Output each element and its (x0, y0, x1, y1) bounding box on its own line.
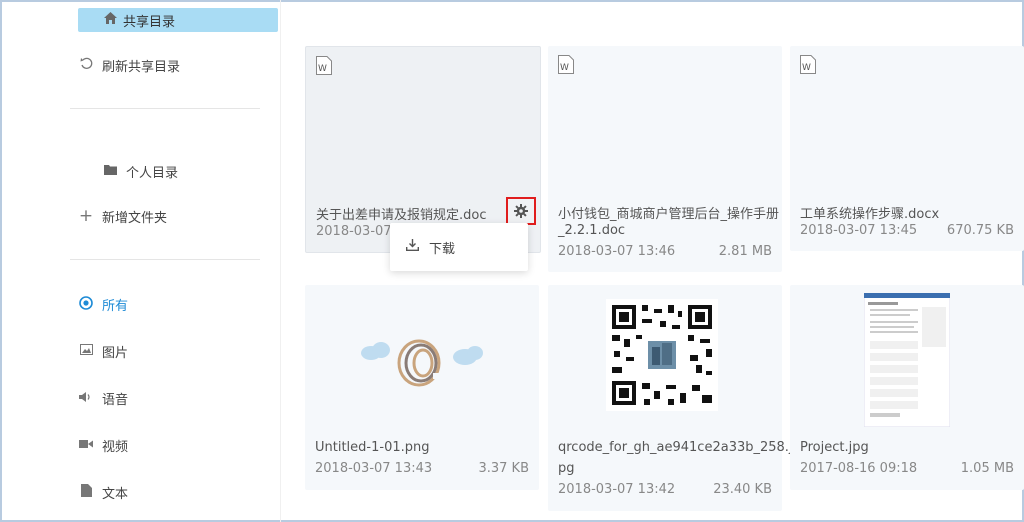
shared-directory-item[interactable]: 共享目录 (78, 8, 278, 32)
file-size: 23.40 KB (713, 482, 772, 497)
text-icon (78, 484, 94, 501)
file-card[interactable]: Untitled-1-01.png 2018-03-07 13:43 3.37 … (305, 285, 539, 490)
sidebar-divider (70, 259, 260, 260)
file-name-continued: _2.2.1.doc (558, 223, 626, 238)
shared-directory-label: 共享目录 (123, 14, 176, 30)
file-card[interactable]: qrcode_for_gh_ae941ce2a33b_258.j pg 2018… (548, 285, 793, 511)
logo-thumbnail (361, 339, 483, 387)
file-size: 3.37 KB (478, 461, 529, 476)
file-name-continued: pg (558, 461, 575, 476)
plus-icon: + (78, 206, 94, 226)
svg-text:W: W (318, 64, 327, 74)
file-card[interactable]: Project.jpg 2017-08-16 09:18 1.05 MB (790, 285, 1024, 490)
file-settings-button[interactable] (506, 197, 536, 225)
qrcode-thumbnail (606, 299, 718, 411)
file-date: 2018-03-07 13:43 (315, 461, 433, 476)
filter-text[interactable]: 文本 (78, 483, 128, 502)
file-size: 2.81 MB (718, 244, 772, 259)
sidebar-divider (70, 108, 260, 109)
file-name: 关于出差申请及报销规定.doc (316, 208, 487, 223)
filter-all[interactable]: 所有 (78, 295, 128, 314)
refresh-icon (78, 57, 94, 74)
audio-icon (78, 391, 94, 407)
file-date: 2018-03-07 13:45 (800, 223, 918, 238)
svg-text:W: W (802, 63, 811, 73)
personal-directory-item[interactable]: 个人目录 (102, 162, 178, 181)
word-doc-icon: W (558, 55, 574, 74)
file-name: qrcode_for_gh_ae941ce2a33b_258.j (558, 440, 793, 455)
image-icon (78, 344, 94, 359)
sidebar: 共享目录 刷新共享目录 个人目录 + 新增文件夹 所有 图片 语音 视频 文本 (50, 0, 281, 522)
gear-icon (514, 204, 528, 218)
screenshot-thumbnail (864, 293, 950, 427)
filter-video-label: 视频 (102, 440, 129, 455)
file-actions-dropdown: 下载 (390, 223, 528, 271)
filter-audio-label: 语音 (102, 393, 129, 408)
filter-video[interactable]: 视频 (78, 436, 128, 455)
file-card[interactable]: W 小付钱包_商城商户管理后台_操作手册 _2.2.1.doc 2018-03-… (548, 46, 782, 272)
download-label: 下载 (429, 241, 456, 257)
file-name: Project.jpg (800, 440, 869, 455)
refresh-shared-directory-button[interactable]: 刷新共享目录 (78, 56, 180, 75)
file-date: 2017-08-16 09:18 (800, 461, 918, 476)
file-name: Untitled-1-01.png (315, 440, 430, 455)
filter-images[interactable]: 图片 (78, 342, 128, 361)
home-icon (104, 12, 117, 28)
file-name: 小付钱包_商城商户管理后台_操作手册 (558, 207, 780, 222)
file-size: 1.05 MB (960, 461, 1014, 476)
word-doc-icon: W (800, 55, 816, 74)
new-folder-button[interactable]: + 新增文件夹 (78, 206, 167, 226)
download-icon (406, 239, 419, 255)
video-icon (78, 438, 94, 453)
filter-text-label: 文本 (102, 487, 129, 502)
download-menu-item[interactable]: 下载 (390, 223, 528, 271)
file-date: 2018-03-07 13:46 (558, 244, 676, 259)
filter-audio[interactable]: 语音 (78, 389, 128, 408)
new-folder-label: 新增文件夹 (102, 210, 168, 226)
filter-all-label: 所有 (102, 299, 129, 314)
all-icon (78, 295, 94, 314)
file-date: 2018-03-07 13:42 (558, 482, 676, 497)
file-size: 670.75 KB (946, 223, 1014, 238)
svg-text:W: W (560, 63, 569, 73)
word-doc-icon: W (316, 56, 332, 75)
file-card[interactable]: W 工单系统操作步骤.docx 2018-03-07 13:45 670.75 … (790, 46, 1024, 251)
folder-icon (102, 164, 118, 179)
file-name: 工单系统操作步骤.docx (800, 207, 940, 222)
refresh-shared-directory-label: 刷新共享目录 (102, 60, 181, 75)
personal-directory-label: 个人目录 (126, 166, 179, 181)
filter-images-label: 图片 (102, 346, 129, 361)
